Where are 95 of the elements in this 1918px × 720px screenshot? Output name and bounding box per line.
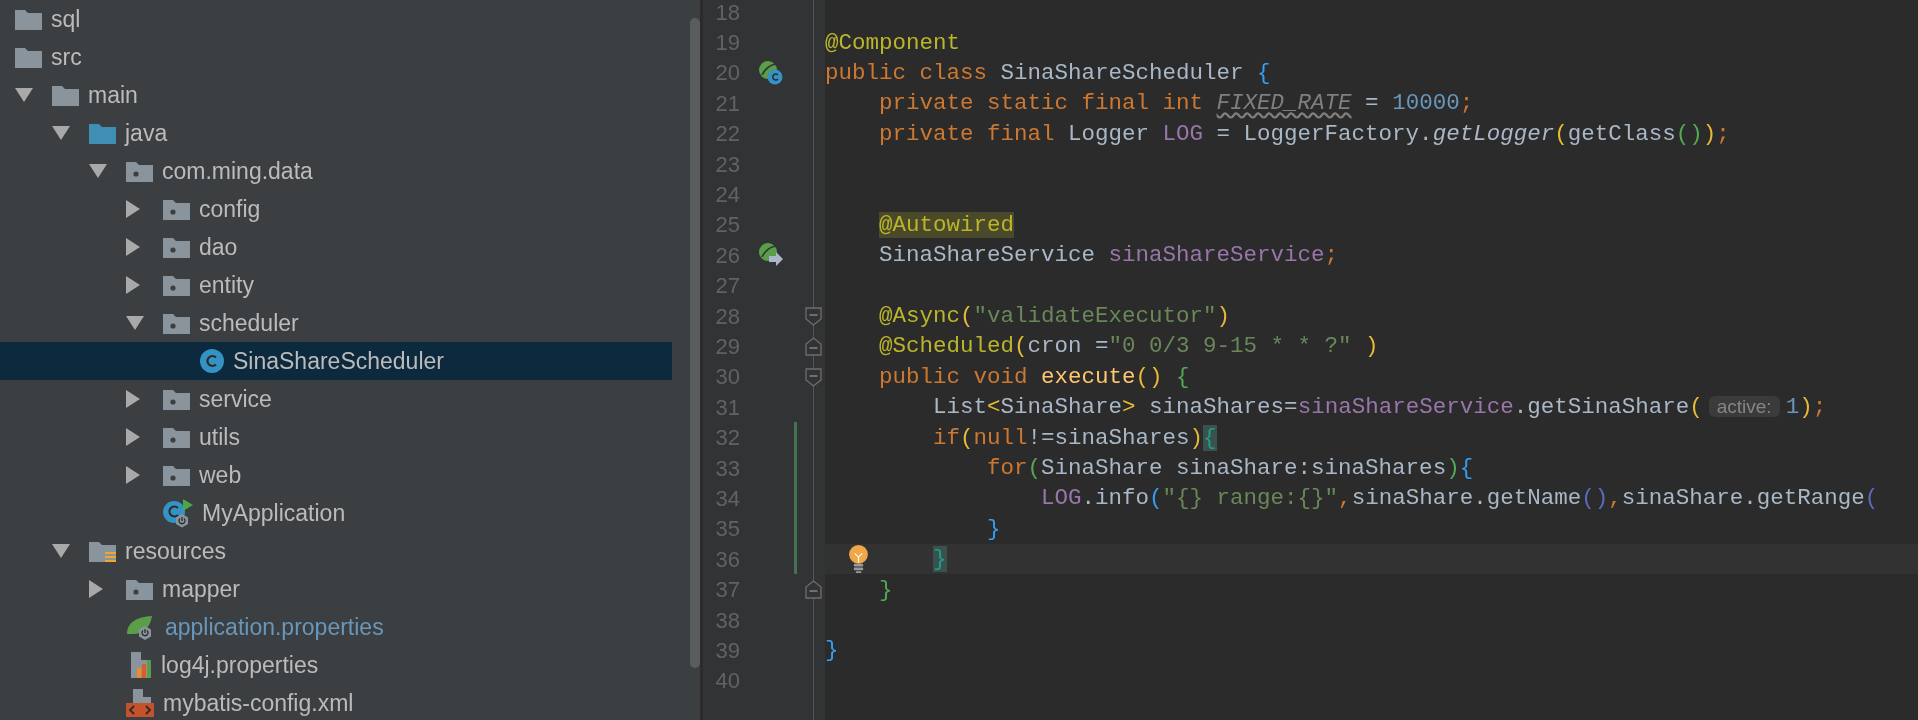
tree-item[interactable]: service — [0, 380, 672, 418]
package-icon — [162, 387, 191, 411]
tree-item-label: mybatis-config.xml — [163, 688, 354, 718]
lightbulb-icon[interactable] — [848, 544, 869, 575]
tree-item-label: entity — [199, 270, 254, 300]
code-line: for(SinaShare sinaShare:sinaShares){ — [986, 454, 1474, 483]
fold-icon[interactable] — [805, 337, 822, 357]
tree-item[interactable]: dao — [0, 228, 672, 266]
code-line: } — [986, 514, 1001, 543]
code-line: LOG.info("{} range:{}",sinaShare.getName(),sinaShare.getRange( — [1040, 484, 1879, 513]
tree-item-label: log4j.properties — [161, 650, 319, 680]
change-marker[interactable] — [794, 422, 797, 453]
expand-arrow-icon[interactable] — [125, 199, 141, 219]
tree-item[interactable]: resources — [0, 532, 672, 570]
collapse-arrow-icon[interactable] — [51, 543, 71, 559]
package-icon — [162, 273, 191, 297]
folder-icon — [14, 7, 43, 31]
fold-icon[interactable] — [805, 306, 822, 326]
change-marker[interactable] — [794, 513, 797, 545]
tree-item[interactable]: utils — [0, 418, 672, 456]
tree-item-label: mapper — [162, 574, 240, 604]
collapse-arrow-icon[interactable] — [88, 163, 108, 179]
code-line: if(null!=sinaShares){ — [932, 423, 1217, 452]
tree-item[interactable]: log4j.properties — [0, 646, 672, 684]
tree-item[interactable]: web — [0, 456, 672, 494]
code-line: @Scheduled(cron ="0 0/3 9-15 * * ?" ) — [878, 332, 1379, 361]
package-icon — [162, 197, 191, 221]
tree-item-label: com.ming.data — [162, 156, 313, 186]
expand-arrow-icon[interactable] — [125, 237, 141, 257]
code-line: public class SinaShareScheduler { — [825, 58, 1271, 87]
expand-arrow-icon[interactable] — [125, 465, 141, 485]
code-line: } — [825, 636, 839, 665]
fold-icon[interactable] — [805, 580, 822, 600]
tree-item-label: web — [199, 460, 242, 490]
tree-item[interactable]: entity — [0, 266, 672, 304]
bean-icon[interactable] — [758, 59, 784, 86]
tree-item-label: config — [199, 194, 261, 224]
tree-item-label: SinaShareScheduler — [233, 346, 444, 376]
change-marker[interactable] — [794, 544, 797, 575]
package-icon — [162, 235, 191, 259]
tree-item[interactable]: main — [0, 76, 672, 114]
tree-item-label: src — [51, 42, 82, 72]
tree-item-label: java — [125, 118, 168, 148]
tree-item[interactable]: SinaShareScheduler — [0, 342, 672, 380]
tree-item-label: sql — [51, 4, 81, 34]
tree-item-label: resources — [125, 536, 226, 566]
folder-icon — [14, 45, 43, 69]
tree-item-label: scheduler — [199, 308, 299, 338]
expand-arrow-icon[interactable] — [125, 427, 141, 447]
change-marker[interactable] — [794, 452, 797, 484]
code-line: @Component — [825, 28, 961, 57]
scrollbar-thumb[interactable] — [690, 18, 700, 668]
code-line: private final Logger LOG = LoggerFactory.getLogger(getClass()); — [878, 119, 1730, 148]
tree-item[interactable]: sql — [0, 0, 672, 38]
class-icon — [199, 348, 225, 374]
autowired-icon[interactable] — [758, 242, 784, 269]
tree-item[interactable]: src — [0, 38, 672, 76]
tree-item-label: MyApplication — [202, 498, 346, 528]
tree-item[interactable]: mapper — [0, 570, 672, 608]
expand-arrow-icon[interactable] — [125, 275, 141, 295]
package-icon — [162, 311, 191, 335]
expand-arrow-icon[interactable] — [125, 389, 141, 409]
code-line: public void execute() { — [878, 362, 1190, 391]
tree-item[interactable]: java — [0, 114, 672, 152]
collapse-arrow-icon[interactable] — [14, 87, 34, 103]
code-line: List<SinaShare> sinaShares=sinaShareService.getSinaShare( active: 1); — [932, 393, 1827, 422]
tree-item[interactable]: mybatis-config.xml — [0, 684, 672, 720]
collapse-arrow-icon[interactable] — [51, 125, 71, 141]
tree-item-label: application.properties — [165, 612, 384, 642]
xml-file-icon — [125, 688, 155, 718]
folder-icon — [88, 121, 117, 145]
tree-item-label: main — [88, 80, 138, 110]
run-class-icon — [162, 498, 194, 528]
tree-item[interactable]: com.ming.data — [0, 152, 672, 190]
code-line: private static final int FIXED_RATE = 10000; — [878, 89, 1474, 118]
folder-icon — [51, 83, 80, 107]
tree-item-label: dao — [199, 232, 238, 262]
tree-item-label: utils — [199, 422, 240, 452]
resource-folder-icon — [88, 539, 117, 563]
package-icon — [125, 577, 154, 601]
package-icon — [125, 159, 154, 183]
package-icon — [162, 463, 191, 487]
code-line: } — [878, 575, 893, 604]
tree-item[interactable]: config — [0, 190, 672, 228]
tree-item[interactable]: scheduler — [0, 304, 672, 342]
package-icon — [162, 425, 191, 449]
tree-item-label: service — [199, 384, 272, 414]
code-line: SinaShareService sinaShareService; — [878, 241, 1339, 270]
tree-item[interactable]: application.properties — [0, 608, 672, 646]
code-line: @Async("validateExecutor") — [878, 302, 1231, 331]
collapse-arrow-icon[interactable] — [125, 315, 145, 331]
expand-arrow-icon[interactable] — [88, 579, 104, 599]
tree-item[interactable]: MyApplication — [0, 494, 672, 532]
fold-icon[interactable] — [805, 367, 822, 387]
change-marker[interactable] — [794, 483, 797, 514]
